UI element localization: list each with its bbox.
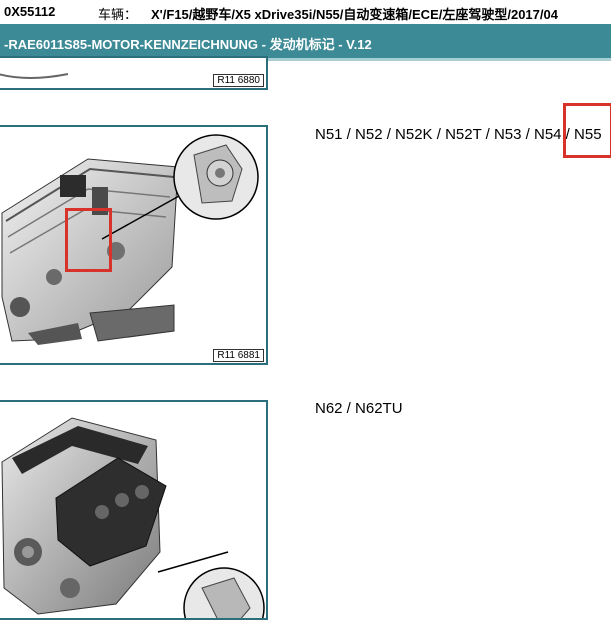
inline-six-engine-illustration: [1, 134, 259, 345]
figure-number: R11 6880: [213, 74, 264, 87]
engine-models-caption-1: N51 / N52 / N52K / N52T / N53 / N54 / N5…: [315, 126, 602, 143]
vin-number: 0X55112: [4, 4, 56, 19]
figure-engine-2[interactable]: R11 6881: [0, 125, 268, 365]
figure-number: R11 6881: [213, 349, 264, 362]
vehicle-info-bar: 0X55112 车辆： X'/F15/越野车/X5 xDrive35i/N55/…: [0, 0, 611, 24]
vehicle-description: X'/F15/越野车/X5 xDrive35i/N55/自动变速箱/ECE/左座…: [151, 7, 558, 22]
figure-engine-3[interactable]: [0, 400, 268, 620]
v8-engine-illustration: [1, 417, 265, 618]
engine-number-location-highlight: [65, 208, 112, 272]
engine-models-caption-2: N62 / N62TU: [315, 400, 403, 417]
figure-engine-1: R11 6880: [0, 56, 268, 90]
document-title: -RAE6011S85-MOTOR-KENNZEICHNUNG - 发动机标记 …: [4, 37, 372, 52]
vehicle-label: 车辆：: [98, 7, 138, 22]
engine-model-n55-highlight: [563, 103, 611, 158]
